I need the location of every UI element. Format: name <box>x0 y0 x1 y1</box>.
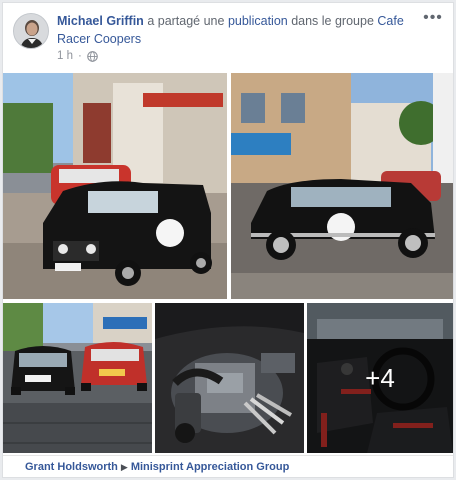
in-group-text: dans le groupe <box>291 14 374 28</box>
shared-group-link[interactable]: Minisprint Appreciation Group <box>131 461 289 473</box>
author-link[interactable]: Michael Griffin <box>57 14 144 28</box>
avatar[interactable] <box>13 13 49 49</box>
dot-separator: · <box>78 50 82 62</box>
publication-link[interactable]: publication <box>228 14 288 28</box>
triangle-right-icon: ▶ <box>120 462 128 472</box>
post-photo-1[interactable] <box>3 73 227 299</box>
post-meta: 1 h · <box>57 50 98 62</box>
timestamp[interactable]: 1 h <box>57 50 73 62</box>
globe-icon <box>87 50 98 62</box>
action-text: a partagé une <box>147 14 225 28</box>
post-header: Michael Griffin a partagé une publicatio… <box>3 3 453 71</box>
post-headline: Michael Griffin a partagé une publicatio… <box>57 12 417 48</box>
more-photos-overlay[interactable]: +4 <box>307 303 453 453</box>
avatar-image <box>14 14 48 48</box>
shared-author-link[interactable]: Grant Holdsworth <box>25 461 118 473</box>
post-card: Michael Griffin a partagé une publicatio… <box>2 2 454 478</box>
more-options-icon[interactable]: ••• <box>421 10 445 29</box>
shared-from-footer: Grant Holdsworth ▶ Minisprint Appreciation… <box>3 455 453 477</box>
post-photo-4[interactable] <box>155 303 304 453</box>
post-photo-2[interactable] <box>231 73 453 299</box>
post-photo-3[interactable] <box>3 303 152 453</box>
post-photo-5[interactable]: +4 <box>307 303 453 453</box>
